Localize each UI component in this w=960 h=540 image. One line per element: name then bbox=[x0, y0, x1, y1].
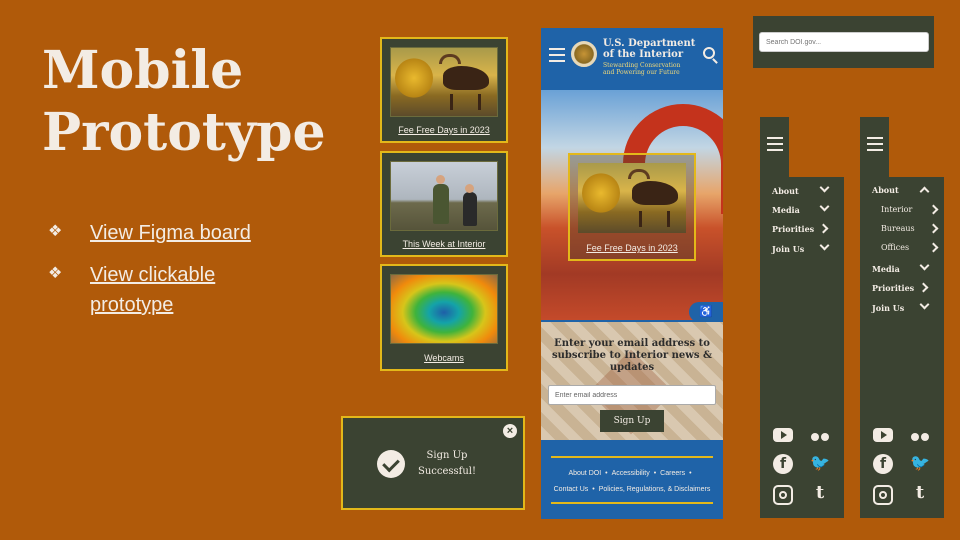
email-field[interactable] bbox=[548, 385, 716, 405]
verified-badge-icon bbox=[377, 450, 405, 478]
agency-name: U.S. Department of the Interior Stewardi… bbox=[603, 38, 696, 76]
footer-link-accessibility[interactable]: Accessibility bbox=[612, 470, 650, 477]
submenu-item-bureaus[interactable]: Bureaus bbox=[881, 224, 915, 233]
hero-banner: Fee Free Days in 2023 bbox=[541, 90, 723, 320]
menu-item-join-us[interactable]: Join Us bbox=[772, 244, 804, 254]
flickr-icon[interactable] bbox=[910, 428, 930, 448]
doi-seal-logo bbox=[571, 41, 597, 67]
youtube-icon[interactable] bbox=[873, 428, 893, 442]
people-photo bbox=[390, 161, 498, 231]
menu-item-about[interactable]: About bbox=[772, 186, 799, 196]
phone-header: U.S. Department of the Interior Stewardi… bbox=[541, 28, 723, 90]
toast-message: Sign Up Successful! bbox=[417, 450, 477, 477]
footer-links-row-2: Contact Us • Policies, Regulations, & Disc… bbox=[553, 486, 711, 493]
collapsed-nav-menu: About Media Priorities Join Us f 🐦 t bbox=[760, 177, 844, 518]
expanded-nav-menu: About Interior Bureaus Offices Media Pri… bbox=[860, 177, 944, 518]
footer-link-careers[interactable]: Careers bbox=[660, 470, 685, 477]
search-panel bbox=[753, 16, 934, 68]
tagline: Stewarding Conservation and Powering our… bbox=[603, 62, 681, 76]
menu-toggle-tab[interactable] bbox=[860, 117, 889, 177]
diamond-bullet-icon: ❖ bbox=[48, 265, 63, 282]
youtube-icon[interactable] bbox=[773, 428, 793, 442]
diamond-bullet-icon: ❖ bbox=[48, 223, 63, 240]
facebook-icon[interactable]: f bbox=[873, 454, 893, 474]
clickable-prototype-link[interactable]: View clickable prototype bbox=[90, 260, 240, 320]
hamburger-menu-icon[interactable] bbox=[867, 137, 883, 151]
card-caption: This Week at Interior bbox=[402, 239, 486, 249]
facebook-icon[interactable]: f bbox=[773, 454, 793, 474]
slide-title: Mobile Prototype bbox=[42, 40, 326, 164]
moose-photo bbox=[578, 163, 686, 233]
chevron-right-icon[interactable] bbox=[818, 223, 829, 234]
tumblr-icon[interactable]: t bbox=[910, 483, 930, 503]
this-week-card[interactable]: This Week at Interior bbox=[380, 151, 508, 257]
hero-caption: Fee Free Days in 2023 bbox=[586, 243, 678, 253]
accessibility-icon[interactable]: ♿ bbox=[689, 302, 723, 322]
footer-divider bbox=[551, 502, 713, 504]
footer-divider bbox=[551, 456, 713, 458]
title-line-1: Mobile bbox=[42, 40, 244, 101]
fee-free-days-card[interactable]: Fee Free Days in 2023 bbox=[380, 37, 508, 143]
hamburger-menu-icon[interactable] bbox=[767, 137, 783, 151]
submenu-item-offices[interactable]: Offices bbox=[881, 243, 909, 252]
footer-link-about[interactable]: About DOI bbox=[568, 470, 601, 477]
chevron-down-icon[interactable] bbox=[819, 182, 830, 193]
tumblr-icon[interactable]: t bbox=[810, 483, 830, 503]
hero-feature-card[interactable]: Fee Free Days in 2023 bbox=[568, 153, 696, 261]
flickr-icon[interactable] bbox=[810, 428, 830, 448]
menu-item-join-us[interactable]: Join Us bbox=[872, 303, 904, 313]
instagram-icon[interactable] bbox=[873, 485, 893, 505]
bullet-item: ❖ View Figma board bbox=[48, 218, 251, 248]
hot-spring-photo bbox=[390, 274, 498, 344]
chevron-right-icon[interactable] bbox=[928, 204, 939, 215]
card-caption: Webcams bbox=[424, 353, 464, 363]
chevron-down-icon[interactable] bbox=[919, 299, 930, 310]
chevron-down-icon[interactable] bbox=[919, 260, 930, 271]
webcams-card[interactable]: Webcams bbox=[380, 264, 508, 371]
menu-toggle-tab[interactable] bbox=[760, 117, 789, 177]
link-list: ❖ View Figma board ❖ View clickable prot… bbox=[48, 218, 251, 332]
twitter-icon[interactable]: 🐦 bbox=[810, 454, 830, 474]
figma-board-link[interactable]: View Figma board bbox=[90, 218, 251, 248]
menu-item-media[interactable]: Media bbox=[772, 205, 800, 215]
submenu-item-interior[interactable]: Interior bbox=[881, 205, 912, 214]
close-icon[interactable]: × bbox=[503, 424, 517, 438]
search-input[interactable] bbox=[759, 32, 929, 52]
chevron-down-icon[interactable] bbox=[819, 240, 830, 251]
footer-link-contact[interactable]: Contact Us bbox=[554, 486, 589, 493]
email-signup-section: Enter your email address to subscribe to… bbox=[541, 322, 723, 440]
twitter-icon[interactable]: 🐦 bbox=[910, 454, 930, 474]
title-line-2: Prototype bbox=[42, 102, 326, 163]
chevron-down-icon[interactable] bbox=[819, 201, 830, 212]
menu-item-media[interactable]: Media bbox=[872, 264, 900, 274]
chevron-right-icon[interactable] bbox=[918, 282, 929, 293]
chevron-right-icon[interactable] bbox=[928, 242, 939, 253]
instagram-icon[interactable] bbox=[773, 485, 793, 505]
menu-item-priorities[interactable]: Priorities bbox=[772, 224, 814, 234]
hamburger-menu-icon[interactable] bbox=[549, 48, 565, 62]
signup-button[interactable]: Sign Up bbox=[600, 410, 664, 432]
bullet-item: ❖ View clickable prototype bbox=[48, 260, 251, 320]
menu-item-priorities[interactable]: Priorities bbox=[872, 283, 914, 293]
phone-footer: About DOI • Accessibility • Careers • Contact… bbox=[541, 440, 723, 519]
signup-prompt: Enter your email address to subscribe to… bbox=[551, 338, 713, 373]
search-icon[interactable] bbox=[703, 47, 715, 59]
footer-link-policies[interactable]: Policies, Regulations, & Disclaimers bbox=[599, 486, 711, 493]
moose-photo bbox=[390, 47, 498, 117]
mobile-homepage-mockup: U.S. Department of the Interior Stewardi… bbox=[541, 28, 723, 519]
signup-success-toast: × Sign Up Successful! bbox=[341, 416, 525, 510]
chevron-right-icon[interactable] bbox=[928, 223, 939, 234]
footer-links-row-1: About DOI • Accessibility • Careers • bbox=[568, 470, 692, 477]
card-caption: Fee Free Days in 2023 bbox=[398, 125, 490, 135]
menu-item-about[interactable]: About bbox=[872, 185, 899, 195]
chevron-up-icon[interactable] bbox=[919, 186, 930, 197]
